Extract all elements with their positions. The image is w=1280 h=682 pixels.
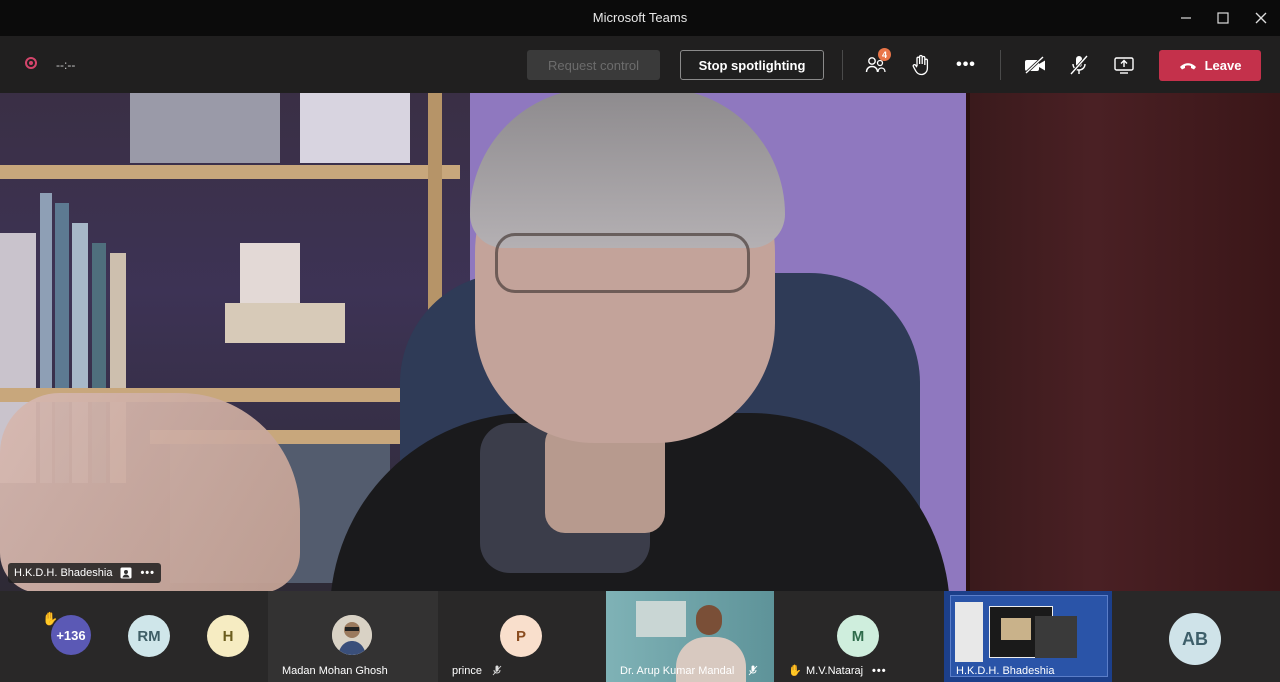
- video-background-door: [970, 93, 1280, 591]
- overflow-count: +136: [51, 615, 91, 655]
- maximize-icon[interactable]: [1211, 6, 1235, 30]
- main-video[interactable]: H.K.D.H. Bhadeshia •••: [0, 93, 1280, 591]
- avatar: RM: [128, 615, 170, 657]
- participant-tile[interactable]: RM: [118, 591, 190, 682]
- raise-hand-icon: [912, 54, 929, 76]
- more-actions-button[interactable]: •••: [951, 50, 981, 80]
- avatar: P: [500, 615, 542, 657]
- participant-tile[interactable]: P prince: [438, 591, 606, 682]
- shelf-board: [0, 165, 460, 179]
- raised-hand-icon: ✋: [788, 665, 802, 677]
- spotlight-icon[interactable]: [120, 567, 132, 579]
- participant-overflow-tile[interactable]: ✋ +136: [0, 591, 118, 682]
- participant-tile[interactable]: H: [190, 591, 268, 682]
- camera-off-icon: [1024, 56, 1045, 74]
- presenter-name-tag: H.K.D.H. Bhadeshia •••: [8, 563, 161, 583]
- close-icon[interactable]: [1249, 6, 1273, 30]
- toolbar-divider: [842, 50, 843, 80]
- avatar: M: [837, 615, 879, 657]
- request-control-button[interactable]: Request control: [527, 50, 660, 80]
- participant-name: Madan Mohan Ghosh: [282, 665, 388, 677]
- participant-screen-tile[interactable]: H.K.D.H. Bhadeshia: [944, 591, 1112, 682]
- avatar-photo: [332, 615, 372, 655]
- minimize-icon[interactable]: [1174, 6, 1198, 30]
- participant-more-options[interactable]: •••: [872, 665, 887, 677]
- avatar: H: [207, 615, 249, 657]
- participant-video-tile[interactable]: Dr. Arup Kumar Mandal: [606, 591, 774, 682]
- participant-name: prince: [452, 665, 482, 677]
- mic-off-button[interactable]: [1064, 50, 1094, 80]
- leave-button[interactable]: Leave: [1159, 50, 1261, 81]
- mic-off-icon: [492, 665, 502, 676]
- meeting-toolbar: --:-- Request control Stop spotlighting …: [0, 36, 1280, 93]
- participants-count-badge: 4: [878, 48, 891, 61]
- participant-face: [696, 605, 722, 635]
- toolbar-divider: [1000, 50, 1001, 80]
- share-screen-icon: [1114, 57, 1134, 74]
- meeting-timer: --:--: [56, 58, 76, 72]
- share-screen-button[interactable]: [1109, 50, 1139, 80]
- speaker-hand: [0, 393, 300, 591]
- participant-name: Dr. Arup Kumar Mandal: [620, 665, 735, 677]
- title-bar: Microsoft Teams: [0, 0, 1280, 36]
- presenter-more-options[interactable]: •••: [140, 567, 155, 579]
- participant-name: H.K.D.H. Bhadeshia: [956, 665, 1055, 677]
- stop-spotlighting-button[interactable]: Stop spotlighting: [680, 50, 824, 80]
- participant-tile[interactable]: M ✋ M.V.Nataraj •••: [774, 591, 944, 682]
- window-title: Microsoft Teams: [592, 10, 688, 25]
- leave-label: Leave: [1204, 58, 1242, 73]
- speaker-glasses: [495, 233, 750, 293]
- mic-off-icon: [748, 665, 758, 676]
- hang-up-icon: [1179, 62, 1196, 69]
- participant-tile[interactable]: AB: [1112, 591, 1280, 682]
- avatar: AB: [1169, 613, 1221, 665]
- participants-button[interactable]: 4: [861, 48, 891, 80]
- raise-hand-button[interactable]: [906, 50, 936, 80]
- participant-name: M.V.Nataraj: [806, 665, 864, 677]
- camera-off-button[interactable]: [1020, 50, 1050, 80]
- participant-strip: ✋ +136 RM H Madan Mohan Ghosh P prince D…: [0, 591, 1280, 682]
- participant-tile[interactable]: Madan Mohan Ghosh: [268, 591, 438, 682]
- presenter-name: H.K.D.H. Bhadeshia: [14, 567, 113, 579]
- recording-icon: [25, 57, 37, 69]
- mic-off-icon: [1069, 55, 1089, 75]
